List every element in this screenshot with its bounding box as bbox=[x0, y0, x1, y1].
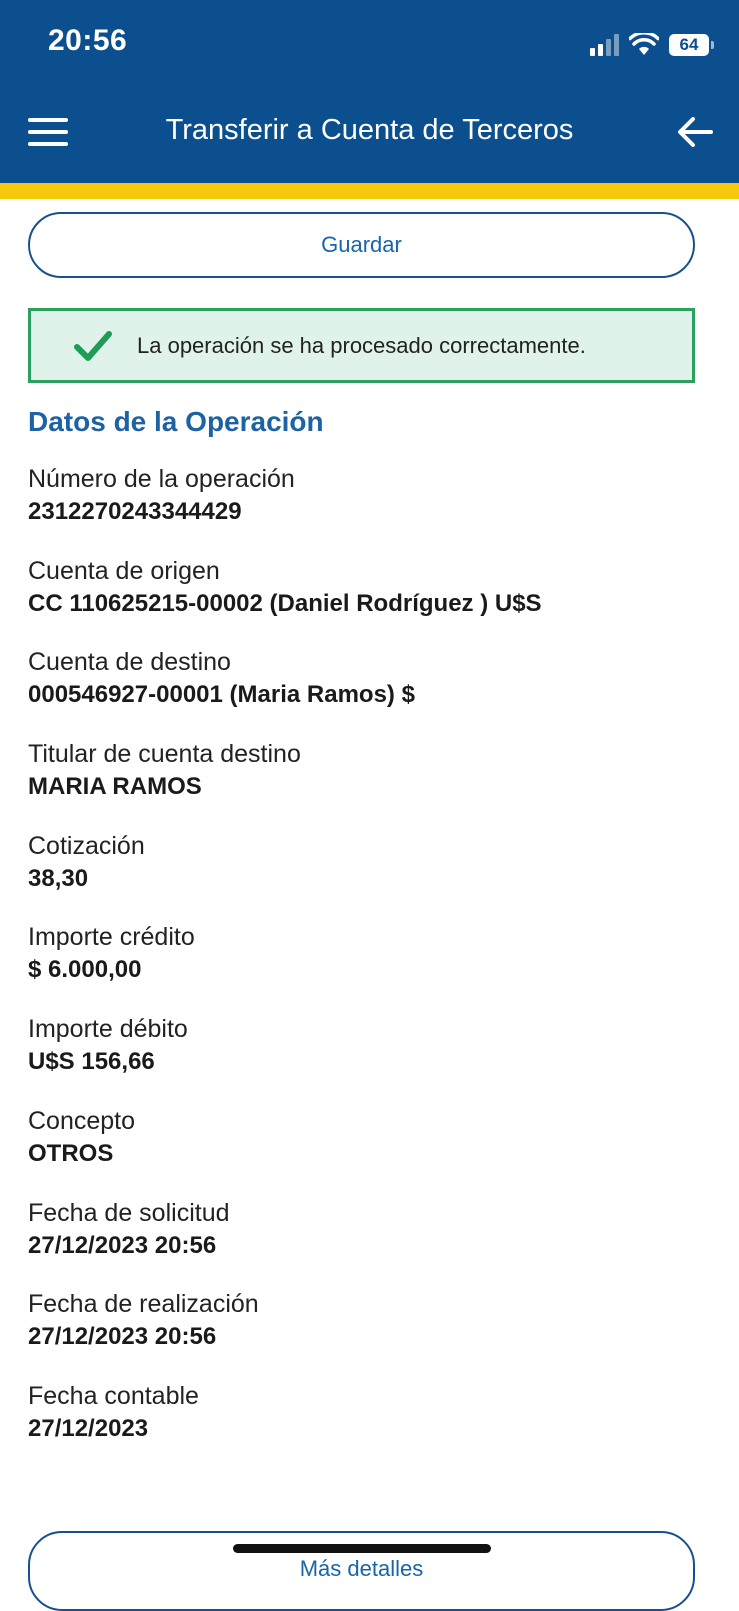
field-value: 27/12/2023 20:56 bbox=[28, 1323, 217, 1351]
field-label: Importe crédito bbox=[28, 923, 195, 952]
field-value: 27/12/2023 20:56 bbox=[28, 1231, 217, 1259]
field-value: 2312270243344429 bbox=[28, 498, 242, 525]
battery-level: 64 bbox=[679, 35, 699, 54]
field-credit-amount: Importe crédito $ 6.000,00 bbox=[28, 921, 718, 1013]
home-indicator bbox=[233, 1544, 491, 1553]
field-destination-account: Cuenta de destino 000546927-00001 (Maria… bbox=[28, 646, 718, 738]
field-label: Fecha de solicitud bbox=[28, 1198, 230, 1227]
success-message: La operación se ha procesado correctamen… bbox=[137, 332, 586, 358]
field-operation-number: Número de la operación 2312270243344429 bbox=[28, 463, 718, 555]
field-label: Fecha contable bbox=[28, 1381, 199, 1410]
field-destination-holder: Titular de cuenta destino MARIA RAMOS bbox=[28, 738, 718, 830]
accent-strip bbox=[0, 183, 739, 199]
field-value: 000546927-00001 (Maria Ramos) $ bbox=[28, 681, 415, 709]
save-button[interactable]: Guardar bbox=[28, 212, 695, 278]
field-label: Concepto bbox=[28, 1106, 136, 1135]
status-icons: 64 bbox=[590, 30, 714, 60]
field-label: Cuenta de origen bbox=[28, 556, 220, 585]
field-label: Fecha de realización bbox=[28, 1290, 259, 1319]
field-value: OTROS bbox=[28, 1139, 114, 1167]
field-exchange-rate: Cotización 38,30 bbox=[28, 830, 718, 922]
check-icon bbox=[74, 330, 112, 361]
field-request-date: Fecha de solicitud 27/12/2023 20:56 bbox=[28, 1197, 718, 1289]
field-label: Titular de cuenta destino bbox=[28, 740, 301, 769]
field-value: U$S 156,66 bbox=[28, 1048, 155, 1076]
status-time: 20:56 bbox=[48, 24, 128, 57]
field-debit-amount: Importe débito U$S 156,66 bbox=[28, 1013, 718, 1105]
success-alert: La operación se ha procesado correctamen… bbox=[28, 308, 695, 383]
field-accounting-date: Fecha contable 27/12/2023 bbox=[28, 1380, 718, 1472]
back-arrow-icon[interactable] bbox=[675, 112, 715, 152]
field-source-account: Cuenta de origen CC 110625215-00002 (Dan… bbox=[28, 555, 718, 647]
field-label: Número de la operación bbox=[28, 465, 295, 493]
signal-icon bbox=[590, 34, 619, 56]
battery-icon: 64 bbox=[669, 34, 714, 56]
more-details-button[interactable]: Más detalles bbox=[28, 1531, 695, 1611]
field-value: MARIA RAMOS bbox=[28, 773, 202, 801]
page-title: Transferir a Cuenta de Terceros bbox=[165, 114, 574, 146]
field-value: 38,30 bbox=[28, 864, 89, 892]
field-label: Importe débito bbox=[28, 1015, 188, 1044]
field-label: Cuenta de destino bbox=[28, 648, 231, 677]
operation-details: Número de la operación 2312270243344429 … bbox=[28, 463, 718, 1472]
field-label: Cotización bbox=[28, 831, 145, 860]
field-execution-date: Fecha de realización 27/12/2023 20:56 bbox=[28, 1288, 718, 1380]
field-concept: Concepto OTROS bbox=[28, 1105, 718, 1197]
field-value: $ 6.000,00 bbox=[28, 956, 142, 984]
field-value: 27/12/2023 bbox=[28, 1414, 149, 1442]
field-value: CC 110625215-00002 (Daniel Rodríguez ) U… bbox=[28, 589, 542, 617]
wifi-icon bbox=[629, 33, 659, 55]
section-title: Datos de la Operación bbox=[28, 406, 324, 437]
top-app-bar: 20:56 64 Transferir a Cuenta de Terceros bbox=[0, 0, 739, 183]
